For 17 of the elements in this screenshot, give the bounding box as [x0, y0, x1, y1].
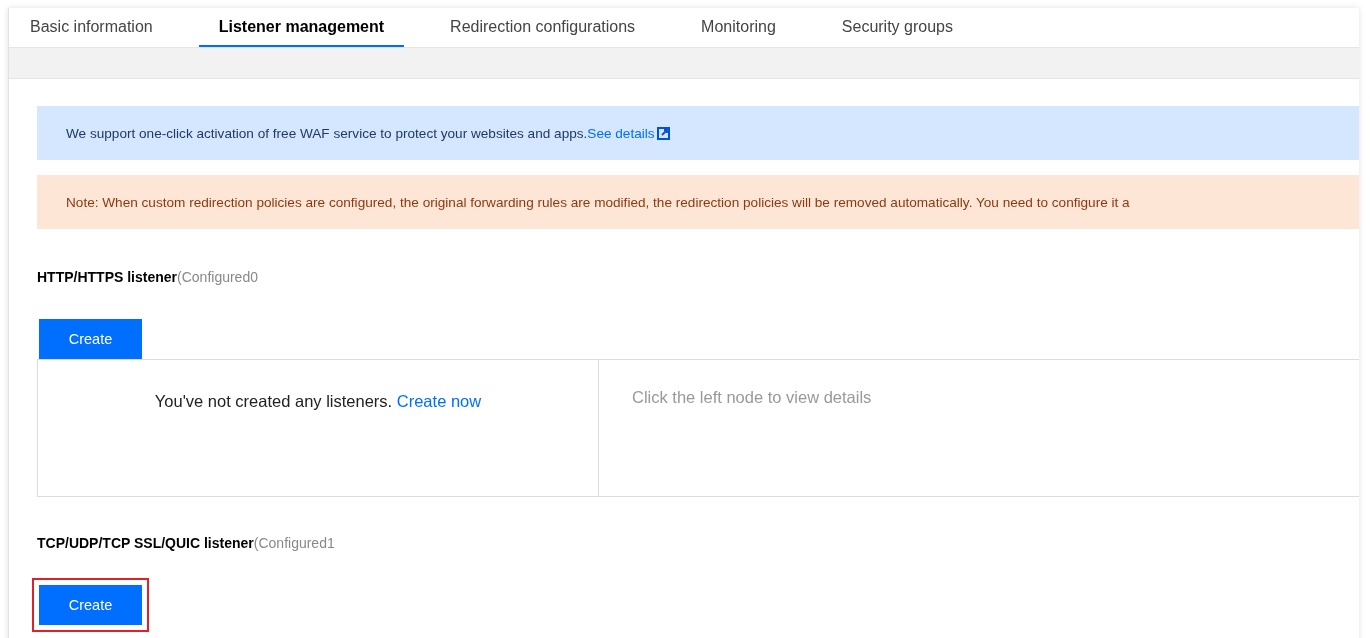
tab[interactable]: Basic information	[10, 8, 173, 47]
create-button[interactable]: Create	[39, 319, 142, 359]
section-title: HTTP/HTTPS listener	[37, 269, 178, 285]
configured-count: (Configured1	[253, 535, 335, 551]
external-link-icon	[656, 126, 670, 140]
tab[interactable]: Monitoring	[681, 8, 796, 47]
see-details-link[interactable]: See details	[587, 125, 655, 141]
details-hint: Click the left node to view details	[632, 388, 872, 407]
empty-message: You've not created any listeners. Create now	[154, 392, 482, 412]
notice-text: Note: When custom redirection policies are configured, the original forwarding rules are modified, the redirection policies will be removed automatically. You need to configure it a	[66, 194, 1130, 210]
tab[interactable]: Redirection configurations	[430, 8, 656, 47]
notice-text: We support one-click activation of free WAF service to protect your websites and apps.	[66, 125, 588, 141]
configured-count: (Configured0	[177, 269, 258, 285]
create-now-link[interactable]: Create now	[396, 392, 482, 410]
create-button[interactable]: Create	[39, 585, 142, 625]
section-title: TCP/UDP/TCP SSL/QUIC listener	[37, 535, 254, 551]
tab[interactable]: Security groups	[821, 8, 973, 47]
